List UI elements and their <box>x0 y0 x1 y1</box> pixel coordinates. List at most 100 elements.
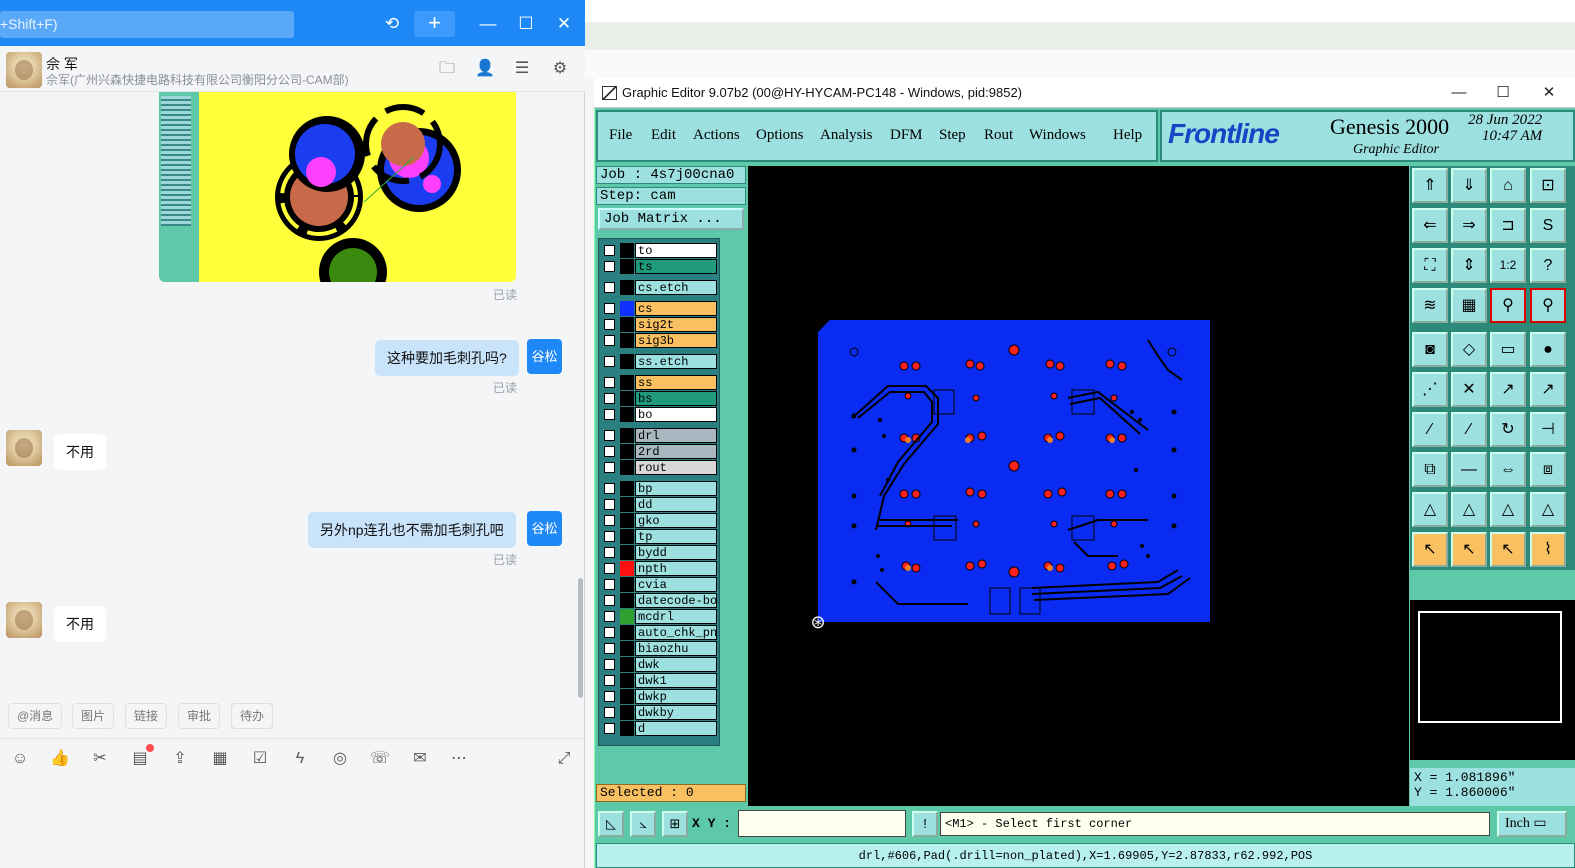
net-red-icon[interactable]: ⚲ <box>1530 288 1566 323</box>
chat-scrollbar[interactable] <box>578 578 583 698</box>
alert-icon[interactable]: ! <box>912 811 938 837</box>
layer-row[interactable]: mcdrl <box>600 609 718 624</box>
layer-row[interactable]: bydd <box>600 545 718 560</box>
layer-color-swatch[interactable] <box>620 641 634 656</box>
layer-checkbox[interactable] <box>604 643 615 654</box>
layer-row[interactable]: cvia <box>600 577 718 592</box>
layer-checkbox[interactable] <box>604 377 615 388</box>
maximize-icon[interactable]: ☐ <box>512 11 540 37</box>
menu-analysis[interactable]: Analysis <box>820 127 873 144</box>
minimize-icon[interactable]: — <box>474 11 502 37</box>
layer-row[interactable]: ss <box>600 375 718 390</box>
layer-name[interactable]: mcdrl <box>635 609 717 624</box>
line-icon[interactable]: ∕ <box>1412 412 1448 447</box>
cross-icon[interactable]: ✕ <box>1451 372 1487 407</box>
layer-color-swatch[interactable] <box>620 407 634 422</box>
menu-rout[interactable]: Rout <box>984 127 1013 144</box>
contact-avatar[interactable] <box>6 430 42 466</box>
layer-name[interactable]: cvia <box>635 577 717 592</box>
menu-file[interactable]: File <box>609 127 632 144</box>
layer-name[interactable]: cs <box>635 301 717 316</box>
tri3-icon[interactable]: △ <box>1490 492 1526 527</box>
close-icon[interactable]: ✕ <box>1538 84 1560 102</box>
pointer3-icon[interactable]: ↖ <box>1490 532 1526 567</box>
camera-icon[interactable]: ◙ <box>1412 332 1448 367</box>
layers-icon[interactable]: ≋ <box>1412 288 1448 323</box>
layer-name[interactable]: d <box>635 721 717 736</box>
measure-icon[interactable]: ⦣ <box>630 811 656 837</box>
pad-icon[interactable]: ● <box>1530 332 1566 367</box>
layer-row[interactable]: cs.etch <box>600 280 718 295</box>
layer-row[interactable]: ts <box>600 259 718 274</box>
zoom-top-icon[interactable]: ⇑ <box>1412 168 1448 203</box>
layer-row[interactable]: sig3b <box>600 333 718 348</box>
dash-icon[interactable]: — <box>1451 452 1487 487</box>
layer-name[interactable]: ss.etch <box>635 354 717 369</box>
snap-icon[interactable]: ◺ <box>598 811 624 837</box>
layer-row[interactable]: d <box>600 721 718 736</box>
layer-name[interactable]: sig3b <box>635 333 717 348</box>
menu-windows[interactable]: Windows <box>1029 127 1086 144</box>
layer-checkbox[interactable] <box>604 707 615 718</box>
layer-name[interactable]: dwk1 <box>635 673 717 688</box>
layer-checkbox[interactable] <box>604 483 615 494</box>
layer-checkbox[interactable] <box>604 627 615 638</box>
grid-icon[interactable]: ⊞ <box>662 811 688 837</box>
image-message[interactable] <box>159 92 516 282</box>
more-icon[interactable]: ⋯ <box>448 748 470 770</box>
layer-checkbox[interactable] <box>604 282 615 293</box>
layer-checkbox[interactable] <box>604 335 615 346</box>
pointer2-icon[interactable]: ↖ <box>1451 532 1487 567</box>
layer-name[interactable]: auto_chk_pn <box>635 625 717 640</box>
pan-left-icon[interactable]: ⇐ <box>1412 208 1448 243</box>
zoom-height-icon[interactable]: ⇕ <box>1451 248 1487 283</box>
layer-checkbox[interactable] <box>604 611 615 622</box>
quick-mention-button[interactable]: @消息 <box>8 703 63 729</box>
layer-color-swatch[interactable] <box>620 625 634 640</box>
layer-name[interactable]: bp <box>635 481 717 496</box>
layer-color-swatch[interactable] <box>620 481 634 496</box>
layer-checkbox[interactable] <box>604 430 615 441</box>
layer-color-swatch[interactable] <box>620 460 634 475</box>
layer-checkbox[interactable] <box>604 356 615 367</box>
folder-icon[interactable]: 🗀 <box>435 58 459 80</box>
layer-row[interactable]: biaozhu <box>600 641 718 656</box>
lightning-icon[interactable]: ϟ <box>289 748 311 770</box>
menu-dfm[interactable]: DFM <box>890 127 923 144</box>
maximize-icon[interactable]: ☐ <box>1492 84 1514 102</box>
layer-row[interactable]: ss.etch <box>600 354 718 369</box>
layer-checkbox[interactable] <box>604 675 615 686</box>
layer-color-swatch[interactable] <box>620 301 634 316</box>
message-bubble[interactable]: 不用 <box>54 434 106 470</box>
layer-name[interactable]: dd <box>635 497 717 512</box>
layer-row[interactable]: dd <box>600 497 718 512</box>
self-avatar[interactable]: 谷松 <box>527 511 562 546</box>
layer-row[interactable]: dwkby <box>600 705 718 720</box>
copy-icon[interactable]: ⧉ <box>1412 452 1448 487</box>
layer-checkbox[interactable] <box>604 595 615 606</box>
layer-color-swatch[interactable] <box>620 317 634 332</box>
layer-color-swatch[interactable] <box>620 513 634 528</box>
group-icon[interactable]: ⧈ <box>1530 452 1566 487</box>
layer-name[interactable]: dwkp <box>635 689 717 704</box>
resize-icon[interactable]: ⇔ <box>1490 452 1526 487</box>
net-icon[interactable]: ⚲ <box>1490 288 1526 323</box>
add-member-icon[interactable]: 👤 <box>473 58 497 80</box>
layer-color-swatch[interactable] <box>620 259 634 274</box>
quick-approval-button[interactable]: 审批 <box>178 703 221 729</box>
layer-checkbox[interactable] <box>604 515 615 526</box>
layer-row[interactable]: dwk1 <box>600 673 718 688</box>
layer-color-swatch[interactable] <box>620 561 634 576</box>
self-avatar[interactable]: 谷松 <box>527 339 562 374</box>
layer-color-swatch[interactable] <box>620 428 634 443</box>
tri2-icon[interactable]: △ <box>1451 492 1487 527</box>
home-icon[interactable]: ⌂ <box>1490 168 1526 203</box>
split-icon[interactable]: ⊣ <box>1530 412 1566 447</box>
job-matrix-button[interactable]: Job Matrix ... <box>598 208 744 230</box>
layer-row[interactable]: rout <box>600 460 718 475</box>
quick-image-button[interactable]: 图片 <box>72 703 115 729</box>
layer-color-swatch[interactable] <box>620 333 634 348</box>
layer-name[interactable]: npth <box>635 561 717 576</box>
layer-row[interactable]: auto_chk_pn <box>600 625 718 640</box>
ratio-icon[interactable]: 1:2 <box>1490 248 1526 283</box>
